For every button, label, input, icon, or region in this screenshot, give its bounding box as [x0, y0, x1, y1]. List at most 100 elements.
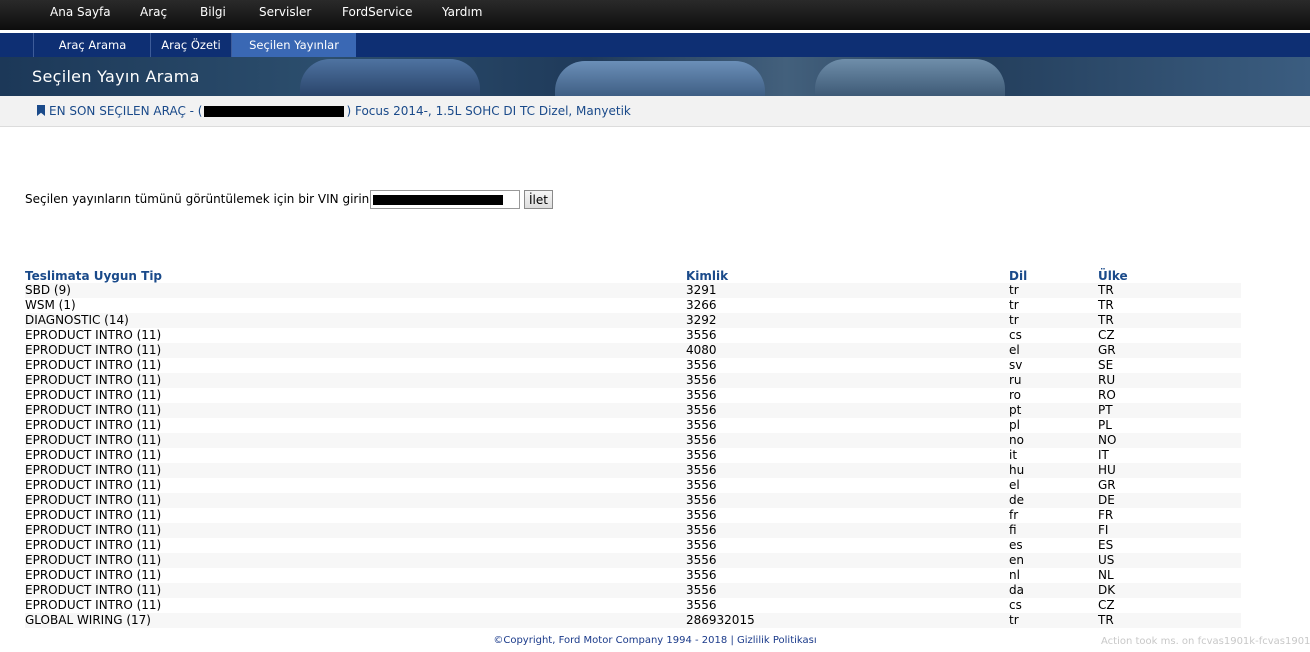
top-navigation: Ana Sayfa Araç Bilgi Servisler FordServi… [0, 0, 1310, 30]
cell-type[interactable]: EPRODUCT INTRO (11) [25, 508, 686, 523]
bookmark-icon [37, 105, 45, 116]
cell-type[interactable]: EPRODUCT INTRO (11) [25, 598, 686, 613]
cell-type[interactable]: EPRODUCT INTRO (11) [25, 568, 686, 583]
cell-id: 3556 [686, 358, 717, 372]
cell-country: TR [1098, 313, 1241, 328]
cell-language: el [1009, 478, 1020, 492]
cell-type[interactable]: EPRODUCT INTRO (11) [25, 463, 686, 478]
cell-country: FI [1098, 523, 1241, 538]
cell-country: US [1098, 553, 1241, 568]
cell-type[interactable]: EPRODUCT INTRO (11) [25, 328, 686, 343]
nav-fordservice[interactable]: FordService [342, 0, 413, 24]
cell-language: tr [1009, 298, 1019, 312]
cell-id: 3556 [686, 538, 717, 552]
cell-id: 3556 [686, 508, 717, 522]
cell-type[interactable]: WSM (1) [25, 298, 686, 313]
cell-id: 3556 [686, 403, 1009, 418]
cell-language: pt [1009, 403, 1098, 418]
cell-country: DE [1098, 493, 1241, 508]
cell-type[interactable]: EPRODUCT INTRO (11) [25, 418, 686, 433]
header-language[interactable]: Dil [1009, 268, 1098, 283]
cell-type[interactable]: EPRODUCT INTRO (11) [25, 448, 686, 463]
vehicle-description: ) Focus 2014-, 1.5L SOHC DI TC Dizel, Ma… [346, 104, 631, 118]
table-row: EPRODUCT INTRO (11) 3556 ru RU [25, 373, 1241, 388]
table-row: EPRODUCT INTRO (11) 3556 el GR [25, 478, 1241, 493]
cell-country: GR [1098, 478, 1116, 492]
cell-id: 3556 [686, 388, 717, 402]
header-country[interactable]: Ülke [1098, 268, 1241, 283]
cell-type[interactable]: EPRODUCT INTRO (11) [25, 538, 686, 553]
table-row: DIAGNOSTIC (14) 3292 tr TR [25, 313, 1241, 328]
vin-label: Seçilen yayınların tümünü görüntülemek i… [25, 192, 370, 206]
car-image-1 [300, 59, 480, 96]
submit-button[interactable]: İlet [524, 190, 553, 209]
cell-type[interactable]: EPRODUCT INTRO (11) [25, 433, 686, 448]
publications-table: Teslimata Uygun Tip Kimlik Dil Ülke SBD … [25, 268, 1241, 628]
cell-id: 3556 [686, 493, 1009, 508]
cell-id: 286932015 [686, 613, 1009, 628]
cell-type[interactable]: EPRODUCT INTRO (11) [25, 478, 686, 493]
cell-type[interactable]: EPRODUCT INTRO (11) [25, 358, 686, 373]
cell-id: 3266 [686, 298, 717, 312]
cell-language: hu [1009, 463, 1098, 478]
cell-type[interactable]: EPRODUCT INTRO (11) [25, 583, 686, 598]
header-type[interactable]: Teslimata Uygun Tip [25, 268, 686, 283]
cell-type[interactable]: EPRODUCT INTRO (11) [25, 343, 686, 358]
nav-bilgi[interactable]: Bilgi [200, 0, 226, 24]
sub-navigation: Araç Arama Araç Özeti Seçilen Yayınlar [0, 33, 1310, 58]
action-timing-text: Action took ms. on fcvas1901k-fcvas1901k [1101, 636, 1310, 647]
header-id[interactable]: Kimlik [686, 268, 1009, 283]
tab-arac-arama[interactable]: Araç Arama [33, 33, 151, 57]
table-row: EPRODUCT INTRO (11) 3556 fr FR [25, 508, 1241, 523]
page-banner: Seçilen Yayın Arama [0, 57, 1310, 96]
cell-type[interactable]: EPRODUCT INTRO (11) [25, 523, 686, 538]
cell-country: NO [1098, 433, 1241, 448]
cell-type[interactable]: EPRODUCT INTRO (11) [25, 553, 686, 568]
cell-country: PL [1098, 418, 1112, 432]
table-row: SBD (9) 3291 tr TR [25, 283, 1241, 298]
cell-type[interactable]: EPRODUCT INTRO (11) [25, 388, 686, 403]
page-title: Seçilen Yayın Arama [32, 67, 200, 86]
nav-servisler[interactable]: Servisler [259, 0, 311, 24]
cell-id: 3556 [686, 553, 1009, 568]
cell-language: nl [1009, 568, 1020, 582]
car-image-2 [555, 61, 765, 96]
tab-secilen-yayinlar[interactable]: Seçilen Yayınlar [231, 33, 356, 57]
cell-country: DK [1098, 583, 1241, 598]
cell-language: fr [1009, 508, 1019, 522]
cell-id: 3556 [686, 598, 717, 612]
cell-id: 3556 [686, 418, 717, 432]
cell-id: 3556 [686, 463, 1009, 478]
cell-id: 3556 [686, 433, 1009, 448]
footer-separator: | [730, 635, 734, 646]
cell-type[interactable]: SBD (9) [25, 283, 686, 298]
nav-ana-sayfa[interactable]: Ana Sayfa [50, 0, 111, 24]
cell-country: TR [1098, 283, 1241, 298]
table-row: EPRODUCT INTRO (11) 3556 cs CZ [25, 328, 1241, 343]
cell-id: 3556 [686, 583, 1009, 598]
nav-arac[interactable]: Araç [140, 0, 167, 24]
vin-input[interactable] [370, 190, 520, 209]
redacted-vin-value [373, 195, 503, 205]
cell-language: de [1009, 493, 1098, 508]
cell-type[interactable]: EPRODUCT INTRO (11) [25, 373, 686, 388]
cell-id: 4080 [686, 343, 1009, 358]
privacy-link[interactable]: Gizlilik Politikası [737, 635, 817, 646]
cell-country: PT [1098, 403, 1241, 418]
table-row: EPRODUCT INTRO (11) 3556 en US [25, 553, 1241, 568]
cell-language: fi [1009, 523, 1098, 538]
cell-language: tr [1009, 313, 1098, 328]
nav-yardim[interactable]: Yardım [442, 0, 482, 24]
cell-country: CZ [1098, 598, 1115, 612]
cell-type[interactable]: EPRODUCT INTRO (11) [25, 403, 686, 418]
cell-type[interactable]: EPRODUCT INTRO (11) [25, 493, 686, 508]
cell-type[interactable]: DIAGNOSTIC (14) [25, 313, 686, 328]
table-row: EPRODUCT INTRO (11) 3556 pt PT [25, 403, 1241, 418]
cell-type[interactable]: GLOBAL WIRING (17) [25, 613, 686, 628]
cell-language: cs [1009, 598, 1022, 612]
table-header: Teslimata Uygun Tip Kimlik Dil Ülke [25, 268, 1241, 283]
tab-arac-ozeti[interactable]: Araç Özeti [150, 33, 231, 57]
selected-vehicle-bar: EN SON SEÇILEN ARAÇ - () Focus 2014-, 1.… [0, 96, 1310, 127]
cell-country: HU [1098, 463, 1241, 478]
table-row: EPRODUCT INTRO (11) 3556 es ES [25, 538, 1241, 553]
